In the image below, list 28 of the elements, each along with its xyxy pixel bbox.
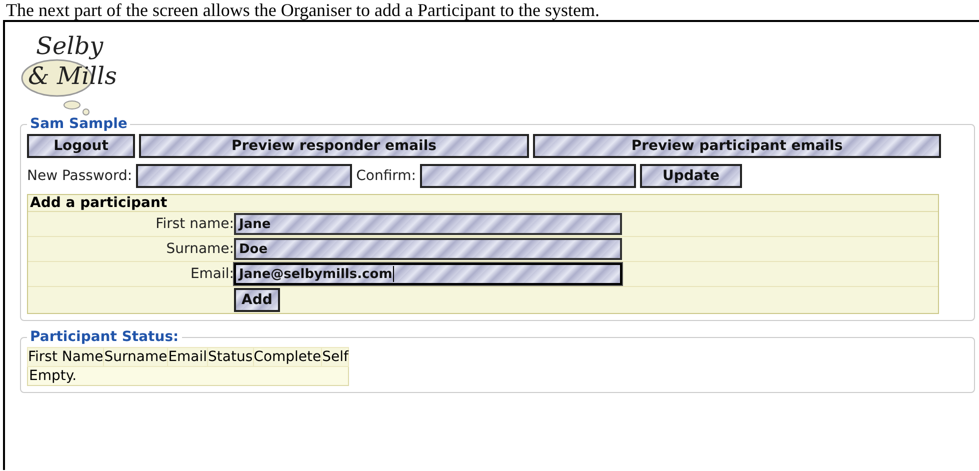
field-label: First name: xyxy=(154,216,234,232)
field-label: Surname: xyxy=(165,241,234,257)
text-field[interactable]: Jane@selbymills.com xyxy=(234,263,622,285)
toolbar-button[interactable]: Preview responder emails xyxy=(139,134,529,158)
logo-text: & Mills xyxy=(28,62,117,90)
user-name-legend: Sam Sample xyxy=(27,116,130,132)
password-field[interactable] xyxy=(136,164,352,188)
logo-text: Selby xyxy=(36,32,104,60)
empty-message: Empty. xyxy=(29,368,77,384)
field-label: Email: xyxy=(189,266,234,282)
field-label: Confirm: xyxy=(356,168,416,184)
column-header: Status xyxy=(208,348,254,366)
caption-text: The next part of the screen allows the Organiser to add a Participant to the system. xyxy=(5,0,600,20)
confirm-password-field[interactable] xyxy=(420,164,636,188)
column-header: Self xyxy=(322,348,349,366)
column-header: First Name xyxy=(28,348,104,366)
field-label: New Password: xyxy=(27,168,132,184)
text-field[interactable]: Doe xyxy=(234,238,622,260)
section-legend: Participant Status: xyxy=(27,329,182,345)
update-button[interactable]: Update xyxy=(640,164,742,188)
column-header: Email xyxy=(168,348,208,366)
toolbar-button[interactable]: Preview participant emails xyxy=(533,134,941,158)
text-field[interactable]: Jane xyxy=(234,213,622,235)
panel-title: Add a participant xyxy=(28,195,938,212)
column-header: Surname xyxy=(104,348,168,366)
column-header: Complete xyxy=(253,348,322,366)
toolbar-button[interactable]: Logout xyxy=(27,134,135,158)
add-button[interactable]: Add xyxy=(234,288,280,312)
